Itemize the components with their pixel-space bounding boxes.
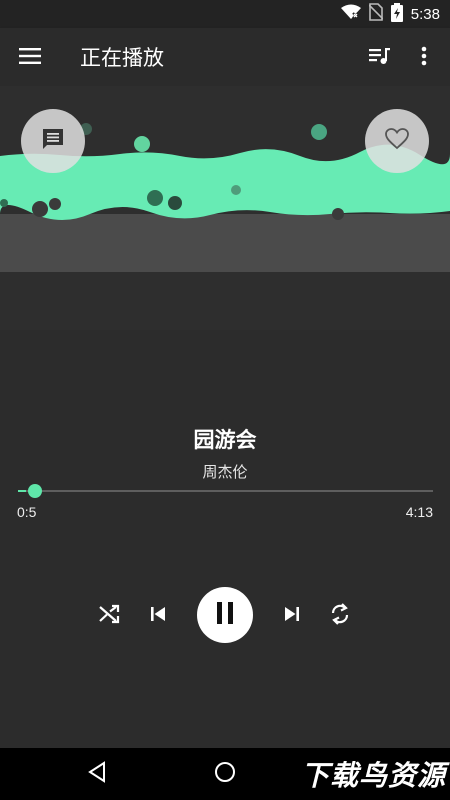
progress-thumb[interactable]: [28, 484, 42, 498]
audio-visualizer: [0, 86, 450, 330]
status-bar: 5:38: [0, 0, 450, 28]
wifi-x-icon: [340, 4, 361, 24]
pause-icon: [216, 602, 234, 628]
queue-music-icon: [369, 47, 391, 69]
home-icon: [214, 761, 236, 787]
playback-controls: [0, 586, 450, 644]
more-options-button[interactable]: [408, 42, 440, 74]
progress-track: [18, 490, 433, 492]
shuffle-icon: [99, 604, 121, 628]
menu-icon: [19, 48, 41, 68]
app-bar: 正在播放: [0, 28, 450, 86]
repeat-button[interactable]: [325, 601, 355, 631]
home-button[interactable]: [211, 760, 239, 788]
comment-icon: [41, 127, 65, 155]
no-sim-icon: [368, 3, 384, 25]
more-vert-icon: [421, 46, 427, 70]
skip-next-icon: [284, 606, 300, 626]
progress-fill: [18, 490, 26, 492]
now-playing-screen: 5:38 正在播放 园游会 周杰伦 0:5 4:13 下载鸟资源: [0, 0, 450, 800]
queue-button[interactable]: [364, 42, 396, 74]
song-title: 园游会: [193, 428, 257, 452]
system-nav-bar: 下载鸟资源: [0, 748, 450, 800]
elapsed-time: 0:5: [17, 504, 37, 520]
back-button[interactable]: [82, 761, 112, 787]
status-time: 5:38: [410, 5, 440, 23]
shuffle-button[interactable]: [95, 601, 125, 631]
like-button[interactable]: [365, 109, 429, 173]
heart-icon: [384, 127, 410, 155]
skip-previous-icon: [150, 606, 166, 626]
page-title: 正在播放: [80, 46, 164, 70]
previous-button[interactable]: [143, 601, 173, 631]
total-duration: 4:13: [405, 504, 433, 520]
song-artist: 周杰伦: [202, 463, 248, 481]
menu-button[interactable]: [12, 40, 48, 76]
comment-button[interactable]: [21, 109, 85, 173]
next-button[interactable]: [277, 601, 307, 631]
battery-charging-icon: [390, 2, 403, 26]
status-icons: 5:38: [340, 2, 440, 26]
repeat-icon: [329, 602, 351, 630]
progress-slider[interactable]: [18, 484, 433, 498]
back-icon: [87, 761, 107, 787]
watermark-text: 下载鸟资源: [300, 759, 446, 792]
play-pause-button[interactable]: [197, 587, 253, 643]
